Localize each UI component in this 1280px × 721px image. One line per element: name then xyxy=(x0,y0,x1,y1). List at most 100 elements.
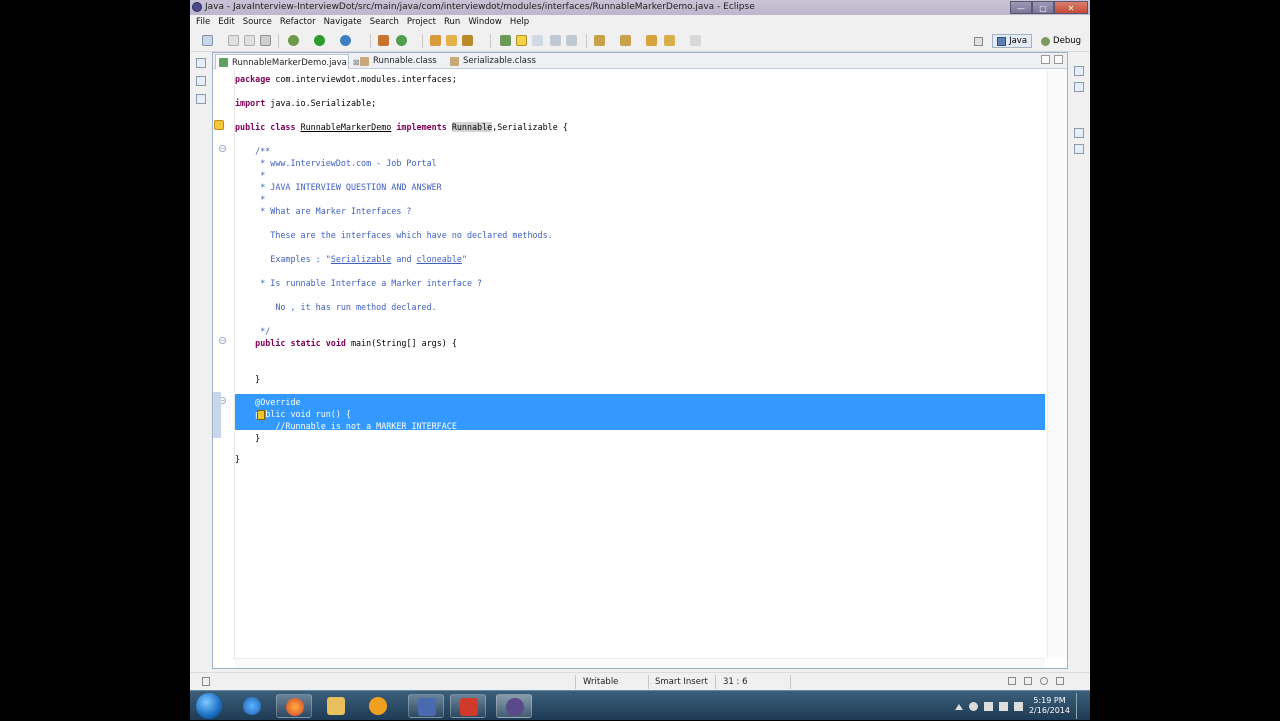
status-icon[interactable] xyxy=(1008,677,1016,685)
folder-icon xyxy=(327,697,345,715)
problems-icon[interactable] xyxy=(1074,144,1084,154)
clock[interactable]: 5:19 PM 2/16/2014 xyxy=(1029,696,1070,716)
menu-window[interactable]: Window xyxy=(466,15,508,30)
taskbar-recorder[interactable] xyxy=(450,694,486,718)
save-all-icon[interactable] xyxy=(244,35,255,46)
show-whitespace-icon[interactable] xyxy=(550,35,561,46)
code-line: } xyxy=(235,374,261,384)
speaker-icon[interactable] xyxy=(983,701,993,711)
new-java-class-icon[interactable] xyxy=(396,35,407,46)
class-file-icon xyxy=(360,57,369,66)
firefox-icon xyxy=(286,698,304,716)
open-type-icon[interactable] xyxy=(430,35,441,46)
menu-help[interactable]: Help xyxy=(508,15,535,30)
status-icon[interactable] xyxy=(1024,677,1032,685)
java-perspective-icon xyxy=(997,36,1007,46)
tab-serializable-class[interactable]: Serializable.class xyxy=(447,54,547,69)
warning-icon[interactable] xyxy=(214,120,224,130)
taskbar-explorer[interactable] xyxy=(318,694,354,718)
minimize-view-icon[interactable] xyxy=(1041,55,1050,64)
close-button[interactable]: ✕ xyxy=(1054,1,1088,14)
menu-project[interactable]: Project xyxy=(405,15,442,30)
screen: Java - JavaInterview-InterviewDot/src/ma… xyxy=(0,0,1280,720)
forward-icon[interactable] xyxy=(690,35,701,46)
taskbar: 5:19 PM 2/16/2014 xyxy=(190,690,1090,720)
back-icon[interactable] xyxy=(664,35,675,46)
toggle-mark-icon[interactable] xyxy=(500,35,511,46)
vertical-scrollbar[interactable] xyxy=(1047,70,1067,658)
restore-icon[interactable] xyxy=(1074,66,1084,76)
tab-runnable-class[interactable]: Runnable.class xyxy=(357,54,443,69)
status-bar: Writable Smart Insert 31 : 6 xyxy=(190,672,1090,690)
start-button[interactable] xyxy=(196,693,222,719)
toggle-highlight-icon[interactable] xyxy=(516,35,527,46)
horizontal-scrollbar[interactable] xyxy=(235,658,1045,668)
external-tools-icon[interactable] xyxy=(340,35,351,46)
code-line: } xyxy=(235,454,241,464)
maximize-view-icon[interactable] xyxy=(1054,55,1063,64)
outline-icon[interactable] xyxy=(1074,128,1084,138)
menu-edit[interactable]: Edit xyxy=(216,15,240,30)
window-title: Java - JavaInterview-InterviewDot/src/ma… xyxy=(205,2,755,12)
java-editor[interactable]: RunnableMarkerDemo.java ⊠ Runnable.class … xyxy=(212,52,1068,669)
perspective-switcher: Java Debug xyxy=(969,33,1086,49)
task-list-icon[interactable] xyxy=(1074,82,1084,92)
show-hidden-icons-icon[interactable] xyxy=(954,702,963,710)
menu-file[interactable]: File xyxy=(194,15,216,30)
taskbar-eclipse[interactable] xyxy=(496,694,532,718)
java-file-icon xyxy=(219,58,228,67)
new-icon[interactable] xyxy=(202,35,213,46)
fold-toggle-icon[interactable]: − xyxy=(219,337,226,344)
fold-toggle-icon[interactable]: − xyxy=(219,145,226,152)
pilcrow-icon[interactable] xyxy=(566,35,577,46)
menu-search[interactable]: Search xyxy=(368,15,405,30)
print-icon[interactable] xyxy=(260,35,271,46)
last-edit-icon[interactable] xyxy=(646,35,657,46)
minimize-button[interactable]: — xyxy=(1010,1,1032,14)
code-area[interactable]: package com.interviewdot.modules.interfa… xyxy=(235,70,1045,658)
status-icon[interactable] xyxy=(1056,677,1064,685)
next-annotation-icon[interactable] xyxy=(594,35,605,46)
code-line: } xyxy=(235,433,261,443)
text-selection: @Override public void run() { //Runnable… xyxy=(235,394,1045,431)
debug-icon[interactable] xyxy=(288,35,299,46)
globe-icon[interactable] xyxy=(1040,677,1048,685)
fast-view-icon[interactable] xyxy=(202,677,210,686)
search-icon[interactable] xyxy=(462,35,473,46)
media-player-icon xyxy=(369,697,387,715)
menu-navigate[interactable]: Navigate xyxy=(322,15,368,30)
show-desktop-button[interactable] xyxy=(1076,693,1084,719)
class-file-icon xyxy=(450,57,459,66)
open-perspective-button[interactable] xyxy=(969,35,988,48)
taskbar-firefox[interactable] xyxy=(276,694,312,718)
code-line: public class RunnableMarkerDemo implemen… xyxy=(235,122,568,132)
tray-icon[interactable] xyxy=(968,701,978,711)
system-tray: 5:19 PM 2/16/2014 xyxy=(954,691,1084,721)
prev-annotation-icon[interactable] xyxy=(620,35,631,46)
maximize-button[interactable]: □ xyxy=(1032,1,1054,14)
taskbar-media[interactable] xyxy=(360,694,396,718)
debug-perspective-button[interactable]: Debug xyxy=(1036,34,1086,48)
tab-runnablemarkerdemo[interactable]: RunnableMarkerDemo.java ⊠ xyxy=(215,54,360,69)
taskbar-ie[interactable] xyxy=(234,694,270,718)
package-explorer-icon[interactable] xyxy=(196,76,206,86)
save-icon[interactable] xyxy=(228,35,239,46)
run-icon[interactable] xyxy=(314,35,325,46)
internet-explorer-icon xyxy=(243,697,261,715)
menu-source[interactable]: Source xyxy=(241,15,278,30)
new-java-project-icon[interactable] xyxy=(378,35,389,46)
hierarchy-icon[interactable] xyxy=(196,94,206,104)
eclipse-icon xyxy=(506,698,524,716)
menu-run[interactable]: Run xyxy=(442,15,466,30)
code-line: //Runnable is not a MARKER INTERFACE xyxy=(235,421,457,431)
restore-icon[interactable] xyxy=(196,58,206,68)
clock-date: 2/16/2014 xyxy=(1028,706,1070,715)
menu-refactor[interactable]: Refactor xyxy=(278,15,322,30)
open-task-icon[interactable] xyxy=(446,35,457,46)
javadoc-line: * xyxy=(235,194,266,204)
tray-icon[interactable] xyxy=(1013,701,1023,711)
block-selection-icon[interactable] xyxy=(532,35,543,46)
taskbar-app[interactable] xyxy=(408,694,444,718)
network-icon[interactable] xyxy=(998,701,1008,711)
java-perspective-button[interactable]: Java xyxy=(992,34,1033,48)
